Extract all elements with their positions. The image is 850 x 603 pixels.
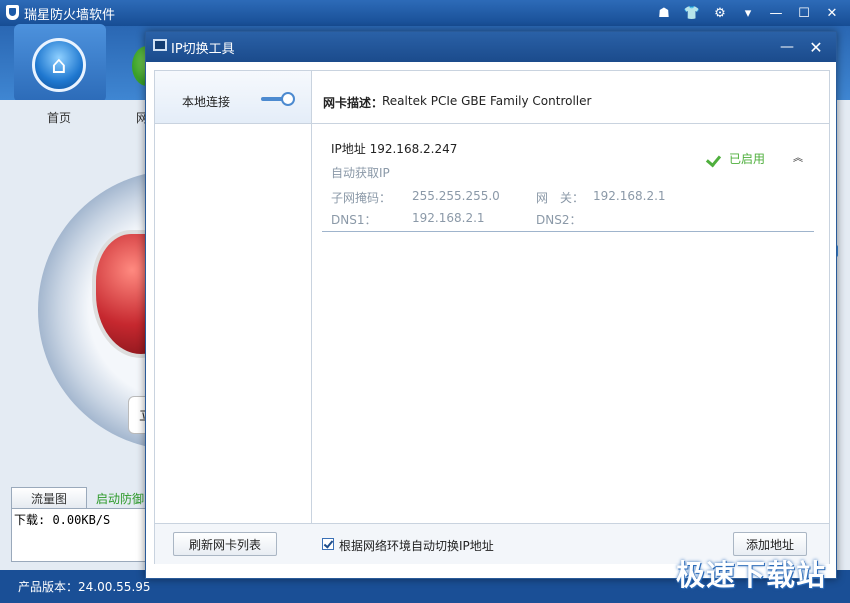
adapter-list: 本地连接 <box>155 71 312 523</box>
dialog-title: IP切换工具 <box>171 42 235 57</box>
enabled-status: 已启用 <box>707 150 765 167</box>
background-titlebar: 瑞星防火墙软件 ☗ 👕 ⚙ ▾ — ☐ ✕ <box>0 0 850 26</box>
nic-description-row: 网卡描述： Realtek PCIe GBE Family Controller <box>312 71 829 124</box>
enabled-status-text: 已启用 <box>729 152 766 166</box>
background-window-controls: ☗ 👕 ⚙ ▾ — ☐ ✕ <box>652 2 844 24</box>
nic-description-label: 网卡描述： <box>323 96 384 110</box>
nic-description-value: Realtek PCIe GBE Family Controller <box>382 94 592 108</box>
tab-traffic-graph[interactable]: 流量图 <box>11 487 87 509</box>
ip-entry-card[interactable]: IP地址 192.168.2.247 自动获取IP 子网掩码： 255.255.… <box>322 133 814 232</box>
user-icon[interactable]: ☗ <box>652 2 676 24</box>
dns1-label: DNS1： <box>331 213 377 227</box>
nav-home-label[interactable]: 首页 <box>47 109 71 126</box>
sidebar-item-local-connection[interactable]: 本地连接 <box>155 71 311 124</box>
product-version: 产品版本：24.00.55.95 <box>18 580 151 594</box>
ip-mode: 自动获取IP <box>331 166 390 180</box>
ip-address-heading: IP地址 192.168.2.247 <box>331 142 458 156</box>
ip-switch-dialog: IP切换工具 — ✕ 本地连接 网卡描述： Realtek PCIe GBE F… <box>145 31 837 579</box>
gear-icon[interactable]: ⚙ <box>708 2 732 24</box>
sidebar-item-label: 本地连接 <box>182 95 231 109</box>
dialog-titlebar[interactable]: IP切换工具 — ✕ <box>146 32 836 62</box>
close-icon[interactable]: ✕ <box>820 2 844 24</box>
minimize-button[interactable]: — <box>774 35 800 59</box>
refresh-adapter-list-button[interactable]: 刷新网卡列表 <box>173 532 277 556</box>
background-app-title: 瑞星防火墙软件 <box>24 8 116 23</box>
auto-switch-label[interactable]: 根据网络环境自动切换IP地址 <box>339 537 494 554</box>
gateway-label: 网 关： <box>536 191 585 205</box>
download-speed: 下载: 0.00KB/S <box>14 513 111 527</box>
app-logo-icon <box>6 5 19 20</box>
close-button[interactable]: ✕ <box>803 35 829 59</box>
adapter-details: 网卡描述： Realtek PCIe GBE Family Controller… <box>312 71 829 523</box>
toggle-knob <box>281 92 295 106</box>
tab-start-defense[interactable]: 启动防御 <box>96 490 144 507</box>
minimize-icon[interactable]: — <box>764 2 788 24</box>
auto-switch-checkbox[interactable] <box>322 538 334 550</box>
subnet-value: 255.255.255.0 <box>412 189 500 203</box>
collapse-chevron-icon[interactable]: ︽ <box>793 154 803 164</box>
check-icon <box>707 152 723 166</box>
dns1-value: 192.168.2.1 <box>412 211 485 225</box>
adapter-enable-toggle[interactable] <box>261 92 297 106</box>
menu-dropdown-icon[interactable]: ▾ <box>736 2 760 24</box>
maximize-icon[interactable]: ☐ <box>792 2 816 24</box>
gateway-value: 192.168.2.1 <box>593 189 666 203</box>
dns2-label: DNS2： <box>536 213 582 227</box>
subnet-label: 子网掩码： <box>331 191 392 205</box>
skin-shirt-icon[interactable]: 👕 <box>680 2 704 24</box>
monitor-icon <box>153 39 167 51</box>
home-icon[interactable]: ⌂ <box>32 38 86 92</box>
site-watermark: 极速下载站 <box>676 558 827 592</box>
dialog-body: 本地连接 网卡描述： Realtek PCIe GBE Family Contr… <box>154 70 830 564</box>
